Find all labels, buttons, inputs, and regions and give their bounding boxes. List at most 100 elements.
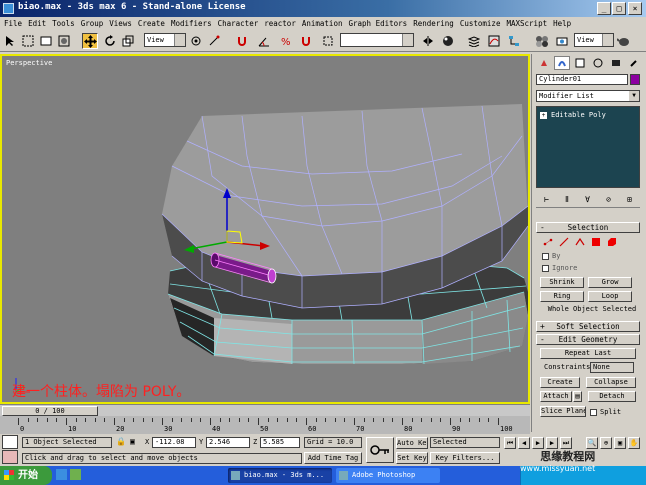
edge-icon[interactable] xyxy=(558,237,570,247)
quick-render-button[interactable] xyxy=(616,33,632,49)
snap-toggle-button[interactable] xyxy=(234,33,250,49)
menu-customize[interactable]: Customize xyxy=(460,19,501,28)
maxscript-mini-listener[interactable] xyxy=(2,450,18,464)
soft-selection-rollout-header[interactable]: Soft Selection xyxy=(536,321,640,332)
set-key-button[interactable]: Set Key xyxy=(396,452,428,464)
menu-help[interactable]: Help xyxy=(553,19,571,28)
detach-button[interactable]: Detach xyxy=(588,391,636,402)
minimize-button[interactable]: _ xyxy=(597,2,611,15)
absolute-mode-icon[interactable]: ▣ xyxy=(130,437,135,446)
expand-icon[interactable]: + xyxy=(540,112,547,119)
select-manipulate-button[interactable] xyxy=(206,33,222,49)
scale-tool-button[interactable] xyxy=(120,33,136,49)
set-key-mode-button[interactable] xyxy=(366,437,394,463)
remove-modifier-icon[interactable]: ⊘ xyxy=(606,195,611,204)
rotate-tool-button[interactable] xyxy=(102,33,118,49)
menu-graph-editors[interactable]: Graph Editors xyxy=(348,19,407,28)
spinner-snap-button[interactable] xyxy=(298,33,314,49)
perspective-viewport[interactable]: Perspective xyxy=(0,54,530,404)
render-type-dropdown[interactable]: View xyxy=(574,33,614,47)
grow-button[interactable]: Grow xyxy=(588,277,632,288)
start-button[interactable]: 开始 xyxy=(0,466,52,485)
slice-plane-button[interactable]: Slice Plane xyxy=(540,406,586,417)
attach-button[interactable]: Attach xyxy=(540,391,572,402)
object-name-field[interactable]: Cylinder01 xyxy=(536,74,628,85)
taskbar-item-photoshop[interactable]: Adobe Photoshop xyxy=(336,468,440,483)
move-tool-button[interactable] xyxy=(82,33,98,49)
modify-tab[interactable] xyxy=(554,56,570,70)
taskbar-item-3dsmax[interactable]: biao.max - 3ds m... xyxy=(228,468,332,483)
time-slider-knob[interactable]: 0 / 100 xyxy=(2,406,98,416)
by-vertex-checkbox[interactable]: By xyxy=(542,252,560,260)
track-bar[interactable]: 0 10 20 30 40 50 60 70 80 90 100 xyxy=(0,416,530,434)
shrink-button[interactable]: Shrink xyxy=(540,277,584,288)
schematic-view-button[interactable] xyxy=(506,33,522,49)
maximize-button[interactable]: □ xyxy=(612,2,626,15)
named-selection-set-dropdown[interactable] xyxy=(340,33,414,47)
ring-button[interactable]: Ring xyxy=(540,291,584,302)
pan-icon[interactable]: ✋ xyxy=(628,437,640,449)
split-checkbox[interactable]: Split xyxy=(590,408,621,416)
mirror-button[interactable] xyxy=(420,33,436,49)
menu-tools[interactable]: Tools xyxy=(52,19,75,28)
modifier-list-dropdown[interactable]: Modifier List xyxy=(536,90,640,102)
maxscript-listener-button[interactable] xyxy=(2,435,18,449)
menu-file[interactable]: File xyxy=(4,19,22,28)
close-button[interactable]: × xyxy=(628,2,642,15)
polygon-icon[interactable] xyxy=(590,237,602,247)
x-coordinate-field[interactable]: -112.08 xyxy=(152,437,196,448)
add-time-tag-button[interactable]: Add Time Tag xyxy=(304,452,362,464)
key-filters-button[interactable]: Key Filters... xyxy=(430,452,500,464)
reference-coordinate-dropdown[interactable]: View xyxy=(144,33,186,47)
border-icon[interactable] xyxy=(574,237,586,247)
hierarchy-tab[interactable] xyxy=(572,56,588,70)
window-crossing-button[interactable] xyxy=(56,33,72,49)
percent-snap-button[interactable]: % xyxy=(278,33,294,49)
menu-maxscript[interactable]: MAXScript xyxy=(506,19,547,28)
select-tool-button[interactable] xyxy=(2,33,18,49)
edit-geometry-rollout-header[interactable]: Edit Geometry xyxy=(536,334,640,345)
object-color-swatch[interactable] xyxy=(630,74,640,85)
stack-item-editable-poly[interactable]: + Editable Poly xyxy=(540,111,606,119)
menu-views[interactable]: Views xyxy=(109,19,132,28)
menu-animation[interactable]: Animation xyxy=(302,19,343,28)
rect-selection-button[interactable] xyxy=(38,33,54,49)
desktop-icon[interactable] xyxy=(70,469,81,480)
angle-snap-button[interactable] xyxy=(256,33,272,49)
vertex-icon[interactable] xyxy=(542,237,554,247)
make-unique-icon[interactable]: ∀ xyxy=(585,195,590,204)
layer-manager-button[interactable] xyxy=(466,33,482,49)
ie-icon[interactable] xyxy=(56,469,67,480)
menu-group[interactable]: Group xyxy=(81,19,104,28)
modifier-stack[interactable]: + Editable Poly xyxy=(536,106,640,188)
time-slider[interactable]: 0 / 100 xyxy=(0,404,530,416)
go-to-start-icon[interactable]: ⏮ xyxy=(504,437,516,449)
auto-key-button[interactable]: Auto Key xyxy=(396,437,428,449)
render-scene-button[interactable] xyxy=(554,33,570,49)
ignore-backfacing-checkbox[interactable]: Ignore xyxy=(542,264,577,272)
z-coordinate-field[interactable]: 5.585 xyxy=(260,437,300,448)
element-icon[interactable] xyxy=(606,237,618,247)
curve-editor-button[interactable] xyxy=(486,33,502,49)
collapse-button[interactable]: Collapse xyxy=(586,377,636,388)
menu-reactor[interactable]: reactor xyxy=(264,19,296,28)
show-end-result-icon[interactable]: Ⅱ xyxy=(565,195,569,204)
menu-edit[interactable]: Edit xyxy=(28,19,46,28)
attach-list-button[interactable]: ▤ xyxy=(573,391,582,402)
menu-rendering[interactable]: Rendering xyxy=(413,19,454,28)
create-tab[interactable] xyxy=(536,56,552,70)
create-button[interactable]: Create xyxy=(540,377,580,388)
display-tab[interactable] xyxy=(608,56,624,70)
y-coordinate-field[interactable]: 2.546 xyxy=(206,437,250,448)
pivot-center-button[interactable] xyxy=(188,33,204,49)
menu-modifiers[interactable]: Modifiers xyxy=(171,19,212,28)
zoom-extents-icon[interactable]: ▣ xyxy=(614,437,626,449)
constraints-dropdown[interactable]: None xyxy=(590,362,634,373)
material-editor-button[interactable] xyxy=(534,33,550,49)
zoom-all-icon[interactable]: ⊕ xyxy=(600,437,612,449)
utilities-tab[interactable] xyxy=(626,56,642,70)
loop-button[interactable]: Loop xyxy=(588,291,632,302)
repeat-last-button[interactable]: Repeat Last xyxy=(540,348,636,359)
named-selection-edit-button[interactable] xyxy=(320,33,336,49)
pin-stack-icon[interactable]: ⊢ xyxy=(544,195,549,204)
